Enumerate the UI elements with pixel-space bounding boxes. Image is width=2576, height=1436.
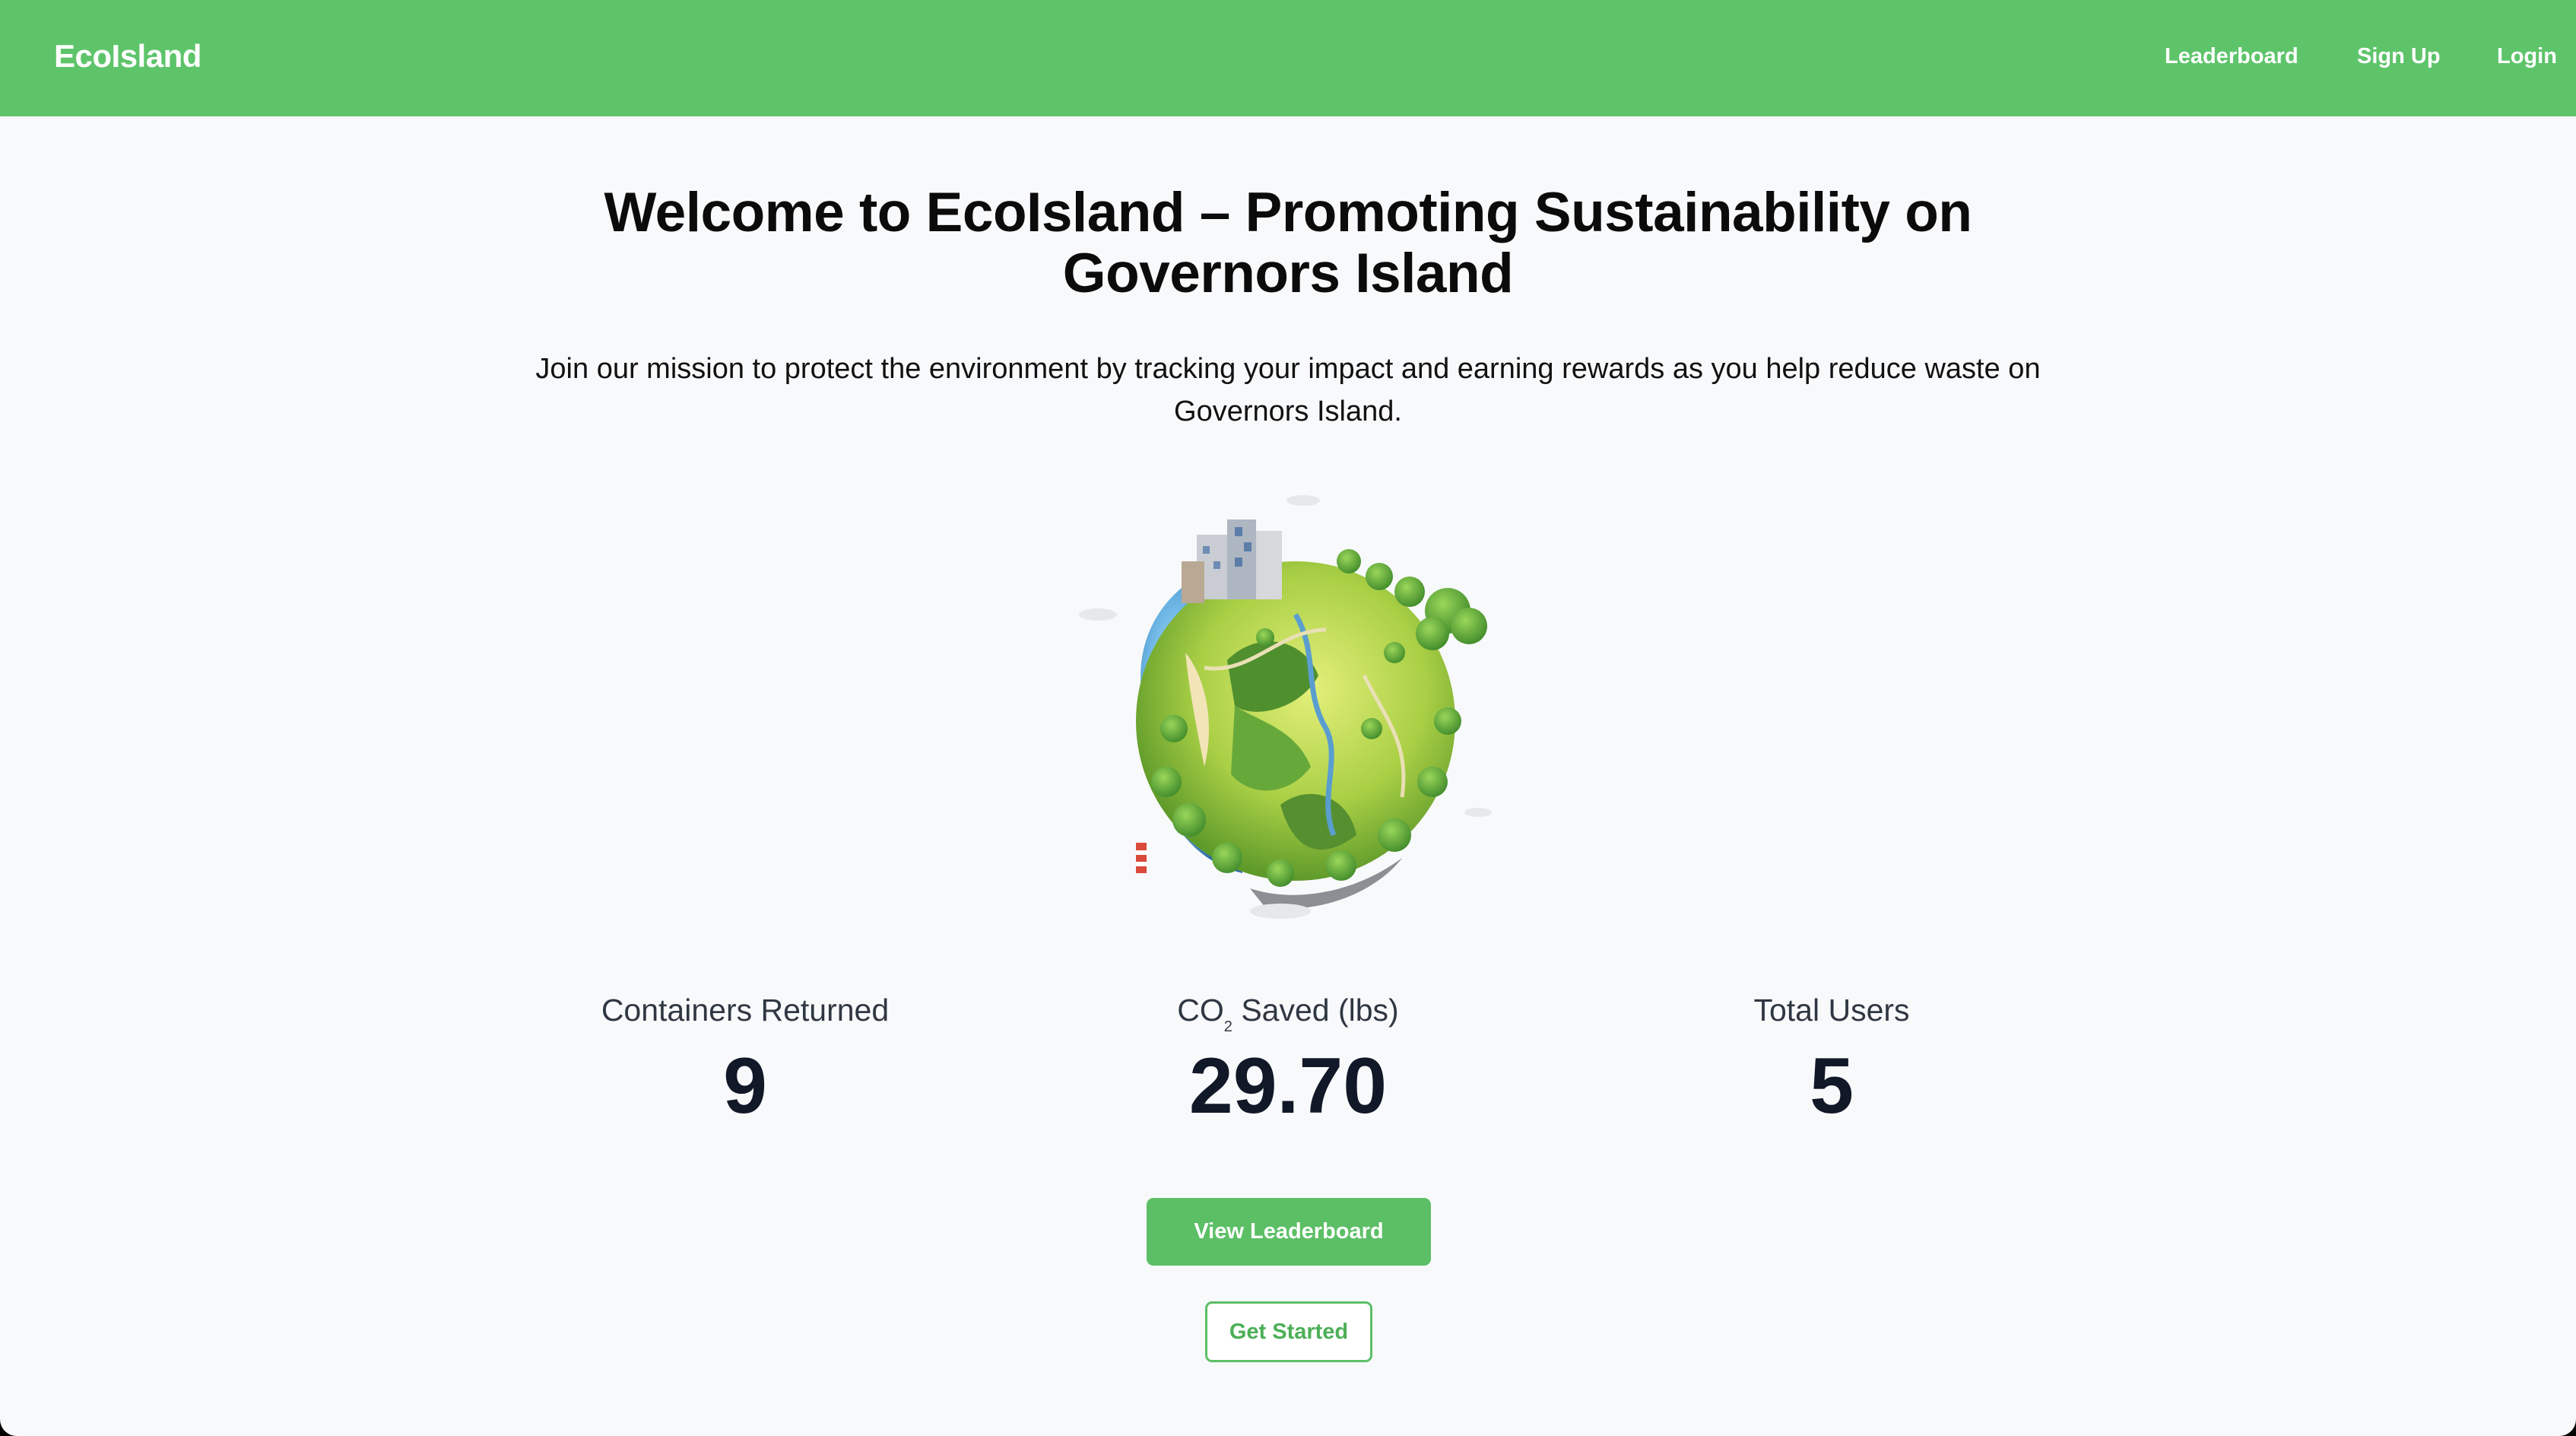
stat-label: Containers Returned (601, 993, 890, 1028)
view-leaderboard-button[interactable]: View Leaderboard (1147, 1198, 1431, 1266)
hero-title-line-2: Governors Island (1062, 243, 1514, 304)
co2-subscript: 2 (1223, 1018, 1232, 1035)
stat-value: 29.70 (1188, 1042, 1388, 1130)
stat-label: CO2 Saved (lbs) (1014, 989, 1562, 1035)
page: EcoIsland Leaderboard Sign Up Login Welc… (0, 0, 2576, 1436)
navbar: EcoIsland Leaderboard Sign Up Login (0, 0, 2576, 116)
stat-co2-saved: CO2 Saved (lbs) 29.70 (1014, 989, 1562, 1130)
earth-globe-illustration (1079, 495, 1492, 919)
stat-containers-returned: Containers Returned 9 (471, 989, 1019, 1130)
hero-title-line-1: Welcome to EcoIsland – Promoting Sustain… (604, 182, 1972, 243)
hero-subtitle-line-2: Governors Island. (1174, 396, 1402, 427)
nav-link-sign-up[interactable]: Sign Up (2357, 43, 2441, 70)
co2-suffix: Saved (lbs) (1232, 993, 1399, 1028)
hero-subtitle: Join our mission to protect the environm… (490, 348, 2086, 433)
brand-logo[interactable]: EcoIsland (54, 37, 201, 76)
stat-total-users: Total Users 5 (1558, 989, 2105, 1130)
nav-link-leaderboard[interactable]: Leaderboard (2165, 43, 2298, 70)
stat-label: Total Users (1753, 993, 1910, 1028)
stat-value: 9 (723, 1042, 767, 1130)
stat-value: 5 (1810, 1042, 1854, 1130)
hero-title: Welcome to EcoIsland – Promoting Sustain… (452, 183, 2124, 304)
co2-prefix: CO (1177, 993, 1224, 1028)
get-started-button[interactable]: Get Started (1205, 1301, 1372, 1362)
nav-link-login[interactable]: Login (2497, 43, 2557, 70)
hero-subtitle-line-1: Join our mission to protect the environm… (535, 353, 2041, 385)
